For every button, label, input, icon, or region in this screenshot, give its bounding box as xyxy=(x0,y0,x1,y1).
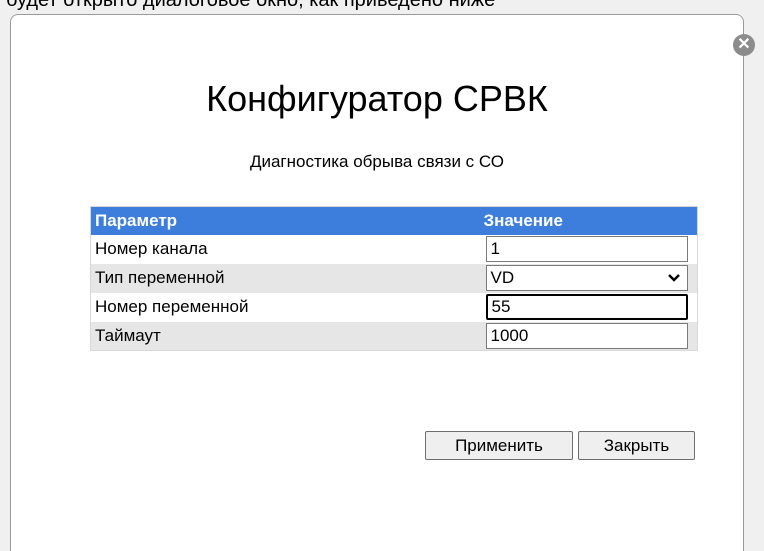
row-label-timeout: Таймаут xyxy=(90,321,480,351)
page-text-fragment: будет открыто диалоговое окно, как приве… xyxy=(0,0,764,14)
variable-type-selected: VD xyxy=(490,268,515,287)
dialog-subtitle: Диагностика обрыва связи с СО xyxy=(249,152,505,171)
row-value-cell xyxy=(479,234,698,264)
row-value-cell: VD xyxy=(479,263,698,293)
header-param: Параметр xyxy=(90,206,480,235)
table-row: Таймаут xyxy=(90,321,698,351)
chevron-down-icon xyxy=(667,274,680,282)
close-icon[interactable]: ✕ xyxy=(733,34,755,56)
row-label-variable-number: Номер переменной xyxy=(90,292,480,322)
table-header-row: Параметр Значение xyxy=(90,206,698,235)
row-label-channel-number: Номер канала xyxy=(90,234,480,264)
header-value: Значение xyxy=(479,206,698,235)
variable-number-input[interactable] xyxy=(485,294,688,320)
parameter-table: Параметр Значение Номер канала Тип перем… xyxy=(90,206,698,351)
page-text: будет открыто диалоговое окно, как приве… xyxy=(6,0,496,11)
timeout-input[interactable] xyxy=(485,322,688,349)
table-row: Номер переменной xyxy=(90,292,698,322)
table-row: Номер канала xyxy=(90,234,698,264)
row-label-variable-type: Тип переменной xyxy=(90,263,480,293)
row-value-cell xyxy=(479,292,698,322)
row-value-cell xyxy=(479,321,698,351)
dialog-title: Конфигуратор СРВК xyxy=(206,78,548,119)
apply-button[interactable]: Применить xyxy=(425,431,573,460)
channel-number-input[interactable] xyxy=(485,236,688,262)
variable-type-select[interactable]: VD xyxy=(485,265,688,291)
table-row: Тип переменной VD xyxy=(90,263,698,293)
close-button[interactable]: Закрыть xyxy=(578,431,695,460)
